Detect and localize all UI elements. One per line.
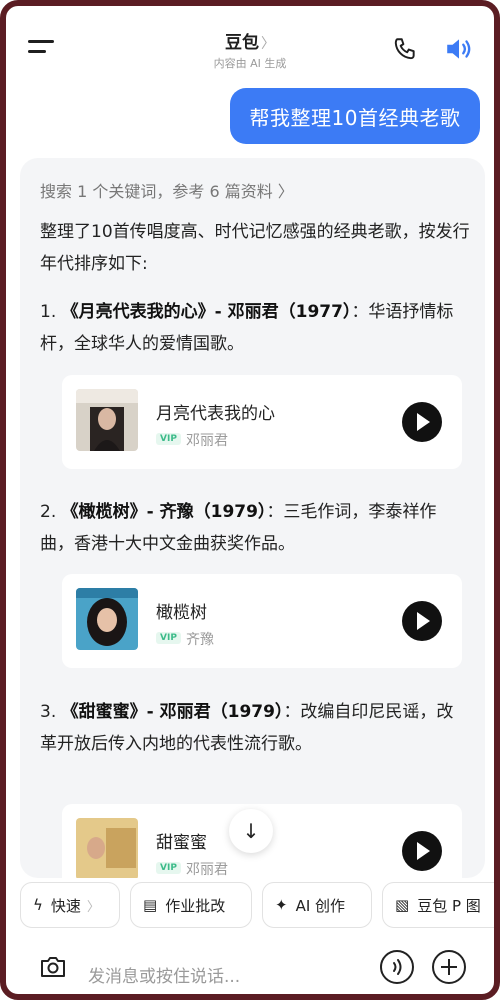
user-message-bubble: 帮我整理10首经典老歌: [230, 88, 480, 144]
song-artist: 齐豫: [186, 632, 214, 648]
page-title: 豆包: [225, 33, 259, 53]
song-title: 《甜蜜蜜》- 邓丽君（1979）: [61, 702, 284, 722]
shortcut-image-edit[interactable]: ▧ 豆包 P 图: [382, 882, 500, 928]
answer-intro: 整理了10首传唱度高、时代记忆感强的经典老歌，按发行年代排序如下:: [40, 222, 470, 274]
menu-icon[interactable]: [28, 38, 56, 58]
shortcut-label: 豆包 P 图: [417, 896, 481, 915]
play-button[interactable]: [402, 601, 442, 641]
phone-icon[interactable]: [392, 36, 418, 62]
title-chevron-icon: 〉: [261, 36, 275, 52]
message-input-bar: 发消息或按住说话...: [0, 940, 500, 1000]
song-artist: 邓丽君: [186, 862, 228, 878]
title-block[interactable]: 豆包〉 内容由 AI 生成: [150, 28, 350, 71]
header: 豆包〉 内容由 AI 生成: [0, 0, 500, 80]
album-cover: [76, 389, 138, 451]
shortcut-fast[interactable]: ϟ 快速 〉: [20, 882, 120, 928]
shortcut-homework[interactable]: ▤ 作业批改: [130, 882, 252, 928]
song-name: 月亮代表我的心: [156, 404, 275, 424]
song-title: 《橄榄树》- 齐豫（1979）: [61, 502, 267, 522]
voice-button[interactable]: [380, 950, 414, 984]
vip-badge: VIP: [156, 433, 181, 445]
arrow-down-icon: ↓: [242, 819, 260, 843]
shortcut-label: 作业批改: [165, 896, 226, 915]
sparkle-icon: ✦: [275, 896, 288, 914]
song-heading-1: 1. 《月亮代表我的心》- 邓丽君（1977）：华语抒情标杆，全球华人的爱情国歌…: [40, 296, 470, 360]
shortcut-label: 快速: [50, 896, 81, 915]
album-cover: [76, 818, 138, 878]
play-button[interactable]: [402, 402, 442, 442]
song-name: 橄榄树: [156, 603, 207, 623]
song-card[interactable]: 橄榄树 VIP 齐豫: [62, 574, 462, 668]
voice-wave-icon: [393, 959, 402, 975]
shortcut-ai-create[interactable]: ✦ AI 创作: [262, 882, 372, 928]
album-cover: [76, 588, 138, 650]
song-number: 2.: [40, 502, 57, 522]
song-card[interactable]: 月亮代表我的心 VIP 邓丽君: [62, 375, 462, 469]
lightning-icon: ϟ: [33, 896, 43, 914]
song-number: 3.: [40, 702, 57, 722]
image-edit-icon: ▧: [395, 896, 410, 914]
vip-badge: VIP: [156, 632, 181, 644]
plus-button[interactable]: [432, 950, 466, 984]
camera-icon[interactable]: [38, 952, 68, 982]
page-subtitle: 内容由 AI 生成: [213, 57, 287, 70]
search-reference-link[interactable]: 搜索 1 个关键词，参考 6 篇资料 〉: [40, 178, 294, 202]
speaker-icon[interactable]: [444, 36, 474, 62]
play-button[interactable]: [402, 831, 442, 871]
song-heading-3: 3. 《甜蜜蜜》- 邓丽君（1979）：改编自印尼民谣，改革开放后传入内地的代表…: [40, 696, 470, 760]
assistant-answer: 搜索 1 个关键词，参考 6 篇资料 〉 整理了10首传唱度高、时代记忆感强的经…: [20, 158, 485, 878]
homework-icon: ▤: [143, 896, 158, 914]
song-artist: 邓丽君: [186, 433, 228, 449]
chevron-right-icon: 〉: [86, 899, 100, 915]
message-input[interactable]: 发消息或按住说话...: [88, 962, 240, 987]
song-title: 《月亮代表我的心》- 邓丽君（1977）: [61, 302, 352, 322]
song-name: 甜蜜蜜: [156, 833, 207, 853]
shortcut-label: AI 创作: [295, 896, 346, 915]
song-heading-2: 2. 《橄榄树》- 齐豫（1979）：三毛作词，李泰祥作曲，香港十大中文金曲获奖…: [40, 496, 470, 560]
scroll-down-button[interactable]: ↓: [229, 809, 273, 853]
shortcut-bar: ϟ 快速 〉 ▤ 作业批改 ✦ AI 创作 ▧ 豆包 P 图: [0, 880, 500, 932]
vip-badge: VIP: [156, 862, 181, 874]
song-number: 1.: [40, 302, 57, 322]
